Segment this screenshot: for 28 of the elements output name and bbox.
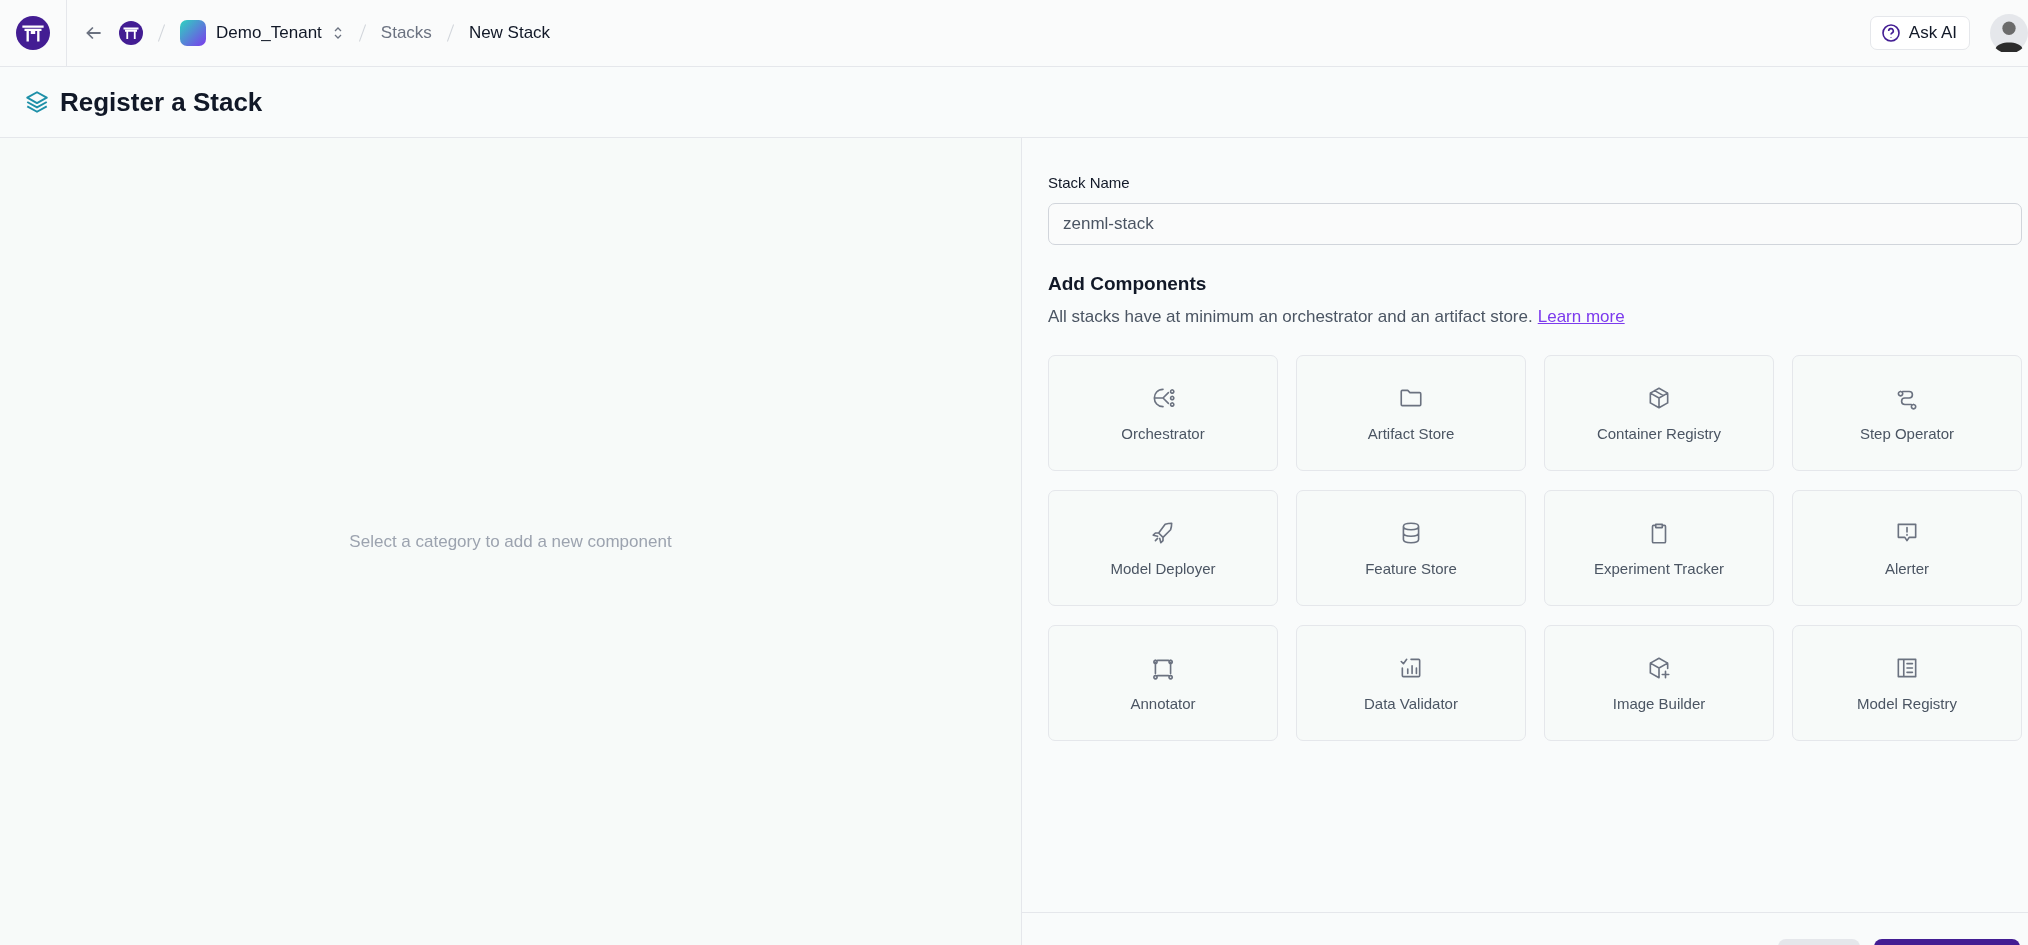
tenant-selector[interactable]: Demo_Tenant	[180, 20, 344, 46]
component-category-card[interactable]: Orchestrator	[1048, 355, 1278, 471]
empty-state-message: Select a category to add a new component	[349, 531, 672, 552]
component-category-card[interactable]: Container Registry	[1544, 355, 1774, 471]
component-category-card[interactable]: Feature Store	[1296, 490, 1526, 606]
layers-icon	[24, 89, 50, 115]
learn-more-link[interactable]: Learn more	[1537, 307, 1625, 327]
component-category-card[interactable]: Artifact Store	[1296, 355, 1526, 471]
user-avatar[interactable]	[1990, 14, 2028, 52]
component-category-card[interactable]: Annotator	[1048, 625, 1278, 741]
page-title: Register a Stack	[60, 86, 263, 118]
gate-logo-icon[interactable]	[16, 16, 50, 50]
breadcrumb-current: New Stack	[468, 23, 551, 43]
ask-ai-button[interactable]: Ask AI	[1869, 16, 1970, 50]
question-circle-icon	[1880, 23, 1901, 43]
component-category-card[interactable]: Step Operator	[1792, 355, 2022, 471]
gate-logo-icon[interactable]	[119, 21, 143, 45]
component-category-card[interactable]: Model Deployer	[1048, 490, 1278, 606]
field-label: Stack Name	[1048, 174, 1131, 191]
section-heading: Add Components	[1048, 273, 1208, 295]
component-category-card[interactable]: Experiment Tracker	[1544, 490, 1774, 606]
component-category-card[interactable]: Alerter	[1792, 490, 2022, 606]
component-category-card[interactable]: Model Registry	[1792, 625, 2022, 741]
component-category-card[interactable]: Image Builder	[1544, 625, 1774, 741]
breadcrumb-link[interactable]: Stacks	[380, 23, 432, 43]
component-category-card[interactable]: Data Validator	[1296, 625, 1526, 741]
section-description: All stacks have at minimum an orchestrator and an artifact store.	[1048, 307, 1533, 327]
stack-name-field[interactable]: zenml-stack	[1048, 203, 2022, 245]
